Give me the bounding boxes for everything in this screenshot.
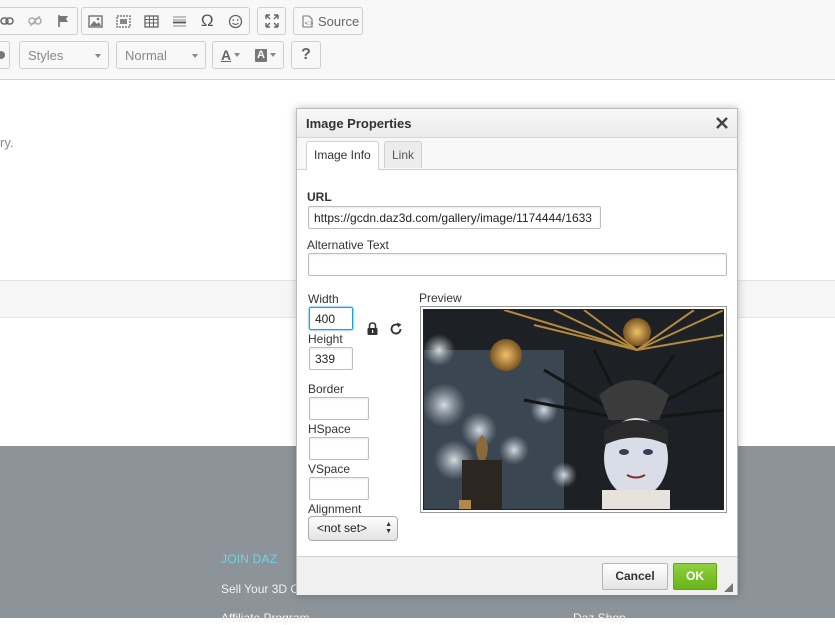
flash-icon[interactable] [110,8,138,34]
text-color-icon: A [220,47,232,63]
styles-combo[interactable]: Styles [19,41,109,69]
width-input[interactable] [309,307,353,330]
alignment-label: Alignment [308,502,362,516]
image-properties-dialog: Image Properties Image Info Link URL Alt… [296,108,738,595]
footer-link-sell[interactable]: Sell Your 3D C [221,582,299,596]
maximize-icon[interactable] [258,8,285,34]
alignment-select[interactable]: <not set> ▲ ▼ [308,516,398,541]
close-icon[interactable] [715,116,729,130]
source-group: <> Source [293,7,363,35]
alt-text-label: Alternative Text [307,238,389,252]
page-text-fragment: ry. [0,135,14,150]
source-icon: <> [302,14,313,28]
text-color-button[interactable]: A [213,42,248,68]
dialog-footer: Cancel OK [297,556,737,595]
source-label: Source [318,13,360,29]
blockquote-group [0,41,10,69]
dialog-title-bar[interactable]: Image Properties [297,109,737,138]
editor-toolbar: Ω <> Source Styles Normal A A ? [0,0,835,80]
background-color-button[interactable]: A [248,42,283,68]
cancel-button[interactable]: Cancel [602,563,668,590]
lock-icon[interactable] [366,322,379,336]
anchor-flag-icon[interactable] [49,8,77,34]
help-icon[interactable]: ? [292,42,320,68]
preview-label: Preview [419,291,462,305]
alt-text-input[interactable] [308,253,727,276]
height-input[interactable] [309,347,353,370]
border-label: Border [308,382,345,396]
preview-frame [420,306,727,513]
reset-size-icon[interactable] [389,322,403,336]
special-char-omega-icon[interactable]: Ω [193,8,221,34]
background-color-icon: A [255,48,267,62]
width-label: Width [308,292,339,306]
horizontal-rule-icon[interactable] [165,8,193,34]
hspace-label: HSpace [308,422,351,436]
border-input[interactable] [309,397,369,420]
dialog-tabs: Image Info Link [297,138,737,170]
styles-label: Styles [28,47,64,63]
format-label: Normal [125,47,167,63]
select-arrows-icon: ▲ ▼ [385,521,392,535]
blockquote-icon[interactable] [0,42,9,68]
table-icon[interactable] [138,8,166,34]
insert-group: Ω [81,7,250,35]
color-group: A A [212,41,284,69]
chevron-down-icon [95,54,101,58]
format-combo[interactable]: Normal [116,41,206,69]
height-label: Height [308,332,343,346]
alignment-value: <not set> [317,521,368,535]
url-label: URL [307,190,332,204]
help-group: ? [291,41,321,69]
dialog-title: Image Properties [306,116,412,131]
link-icon[interactable] [0,8,21,34]
smiley-icon[interactable] [221,8,249,34]
ok-button[interactable]: OK [673,563,717,590]
maximize-group [257,7,286,35]
source-button[interactable]: <> Source [294,8,367,34]
svg-text:<>: <> [304,20,313,27]
vspace-label: VSpace [308,462,351,476]
url-input[interactable] [308,206,601,229]
tab-image-info[interactable]: Image Info [306,141,379,170]
resize-handle-icon[interactable] [724,583,733,592]
footer-link-shop[interactable]: Daz Shop [573,611,626,625]
preview-image [423,309,724,510]
footer-link-affiliate[interactable]: Affiliate Program [221,611,309,625]
chevron-down-icon [234,53,241,57]
image-icon[interactable] [82,8,110,34]
link-group [0,7,78,35]
unlink-icon[interactable] [21,8,49,34]
vspace-input[interactable] [309,477,369,500]
chevron-down-icon [192,54,198,58]
chevron-down-icon [269,53,276,57]
tab-link[interactable]: Link [384,141,423,168]
hspace-input[interactable] [309,437,369,460]
footer-join-heading: JOIN DAZ [221,552,278,566]
